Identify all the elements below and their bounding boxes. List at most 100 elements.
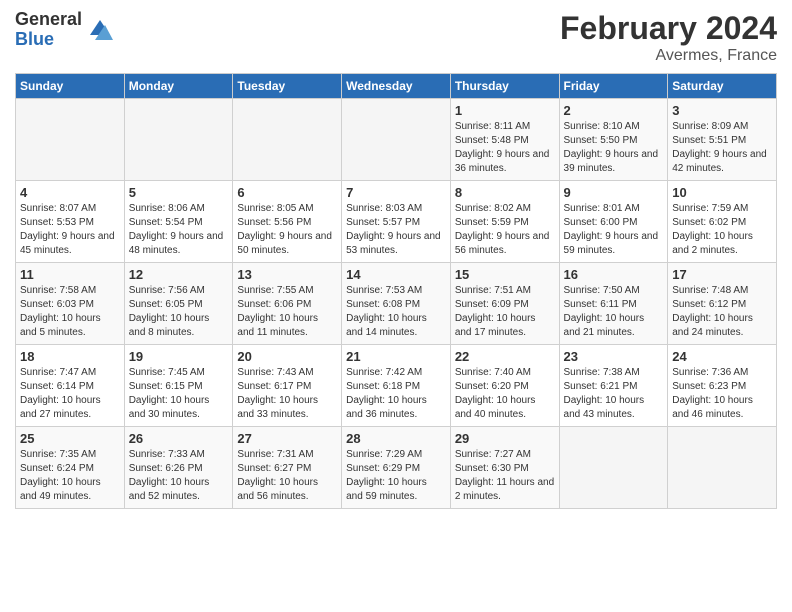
day-info: Sunrise: 8:09 AMSunset: 5:51 PMDaylight:… [672,120,772,176]
day-number: 16 [564,267,664,282]
header-cell-tuesday: Tuesday [233,74,342,99]
day-info: Sunrise: 7:56 AMSunset: 6:05 PMDaylight:… [129,284,229,340]
calendar-table: SundayMondayTuesdayWednesdayThursdayFrid… [15,73,777,509]
calendar-cell: 19 Sunrise: 7:45 AMSunset: 6:15 PMDayligh… [124,345,233,427]
day-number: 18 [20,349,120,364]
calendar-cell: 23 Sunrise: 7:38 AMSunset: 6:21 PMDayligh… [559,345,668,427]
day-number: 5 [129,185,229,200]
day-number: 20 [237,349,337,364]
week-row-4: 25 Sunrise: 7:35 AMSunset: 6:24 PMDayligh… [16,427,777,509]
calendar-cell: 15 Sunrise: 7:51 AMSunset: 6:09 PMDayligh… [450,263,559,345]
day-number: 14 [346,267,446,282]
calendar-cell: 8 Sunrise: 8:02 AMSunset: 5:59 PMDaylight… [450,181,559,263]
day-number: 3 [672,103,772,118]
calendar-cell: 20 Sunrise: 7:43 AMSunset: 6:17 PMDayligh… [233,345,342,427]
day-info: Sunrise: 7:27 AMSunset: 6:30 PMDaylight:… [455,448,555,504]
day-info: Sunrise: 8:06 AMSunset: 5:54 PMDaylight:… [129,202,229,258]
day-info: Sunrise: 8:07 AMSunset: 5:53 PMDaylight:… [20,202,120,258]
header-row: SundayMondayTuesdayWednesdayThursdayFrid… [16,74,777,99]
day-number: 21 [346,349,446,364]
logo: General Blue [15,10,115,50]
day-info: Sunrise: 8:03 AMSunset: 5:57 PMDaylight:… [346,202,446,258]
day-number: 25 [20,431,120,446]
calendar-cell: 27 Sunrise: 7:31 AMSunset: 6:27 PMDayligh… [233,427,342,509]
day-number: 10 [672,185,772,200]
calendar-cell: 5 Sunrise: 8:06 AMSunset: 5:54 PMDaylight… [124,181,233,263]
day-info: Sunrise: 7:50 AMSunset: 6:11 PMDaylight:… [564,284,664,340]
calendar-cell [559,427,668,509]
day-number: 27 [237,431,337,446]
day-number: 19 [129,349,229,364]
logo-icon [85,15,115,45]
calendar-cell: 3 Sunrise: 8:09 AMSunset: 5:51 PMDaylight… [668,99,777,181]
calendar-cell: 22 Sunrise: 7:40 AMSunset: 6:20 PMDayligh… [450,345,559,427]
calendar-cell: 13Sunrise: 7:55 AMSunset: 6:06 PMDayligh… [233,263,342,345]
day-number: 9 [564,185,664,200]
day-number: 28 [346,431,446,446]
day-info: Sunrise: 7:45 AMSunset: 6:15 PMDaylight:… [129,366,229,422]
day-info: Sunrise: 7:48 AMSunset: 6:12 PMDaylight:… [672,284,772,340]
calendar-cell: 26 Sunrise: 7:33 AMSunset: 6:26 PMDayligh… [124,427,233,509]
day-info: Sunrise: 8:10 AMSunset: 5:50 PMDaylight:… [564,120,664,176]
day-number: 6 [237,185,337,200]
day-info: Sunrise: 7:51 AMSunset: 6:09 PMDaylight:… [455,284,555,340]
main-title: February 2024 [560,10,777,47]
header-cell-thursday: Thursday [450,74,559,99]
day-info: Sunrise: 7:59 AMSunset: 6:02 PMDaylight:… [672,202,772,258]
day-number: 11 [20,267,120,282]
day-info: Sunrise: 7:55 AMSunset: 6:06 PMDaylight:… [237,284,337,340]
calendar-cell: 24 Sunrise: 7:36 AMSunset: 6:23 PMDayligh… [668,345,777,427]
day-number: 24 [672,349,772,364]
day-number: 26 [129,431,229,446]
day-info: Sunrise: 7:36 AMSunset: 6:23 PMDaylight:… [672,366,772,422]
logo-general: General [15,10,82,30]
day-info: Sunrise: 7:31 AMSunset: 6:27 PMDaylight:… [237,448,337,504]
day-info: Sunrise: 7:33 AMSunset: 6:26 PMDaylight:… [129,448,229,504]
calendar-cell: 4Sunrise: 8:07 AMSunset: 5:53 PMDaylight… [16,181,125,263]
calendar-cell [16,99,125,181]
header-cell-monday: Monday [124,74,233,99]
calendar-cell: 2 Sunrise: 8:10 AMSunset: 5:50 PMDaylight… [559,99,668,181]
calendar-cell: 16 Sunrise: 7:50 AMSunset: 6:11 PMDayligh… [559,263,668,345]
calendar-cell: 11 Sunrise: 7:58 AMSunset: 6:03 PMDayligh… [16,263,125,345]
calendar-cell: 9Sunrise: 8:01 AMSunset: 6:00 PMDaylight… [559,181,668,263]
title-block: February 2024 Avermes, France [560,10,777,65]
day-info: Sunrise: 7:42 AMSunset: 6:18 PMDaylight:… [346,366,446,422]
calendar-cell: 12 Sunrise: 7:56 AMSunset: 6:05 PMDayligh… [124,263,233,345]
day-info: Sunrise: 7:35 AMSunset: 6:24 PMDaylight:… [20,448,120,504]
day-info: Sunrise: 7:29 AMSunset: 6:29 PMDaylight:… [346,448,446,504]
calendar-cell: 21 Sunrise: 7:42 AMSunset: 6:18 PMDayligh… [342,345,451,427]
day-info: Sunrise: 7:58 AMSunset: 6:03 PMDaylight:… [20,284,120,340]
calendar-cell: 1Sunrise: 8:11 AMSunset: 5:48 PMDaylight… [450,99,559,181]
logo-blue: Blue [15,30,82,50]
calendar-cell: 14 Sunrise: 7:53 AMSunset: 6:08 PMDayligh… [342,263,451,345]
day-number: 15 [455,267,555,282]
calendar-cell: 10 Sunrise: 7:59 AMSunset: 6:02 PMDayligh… [668,181,777,263]
day-number: 12 [129,267,229,282]
page-container: General Blue February 2024 Avermes, Fran… [0,0,792,519]
calendar-cell [668,427,777,509]
header-cell-friday: Friday [559,74,668,99]
day-info: Sunrise: 7:40 AMSunset: 6:20 PMDaylight:… [455,366,555,422]
day-info: Sunrise: 7:47 AMSunset: 6:14 PMDaylight:… [20,366,120,422]
week-row-1: 4Sunrise: 8:07 AMSunset: 5:53 PMDaylight… [16,181,777,263]
day-info: Sunrise: 8:02 AMSunset: 5:59 PMDaylight:… [455,202,555,258]
day-number: 2 [564,103,664,118]
day-info: Sunrise: 7:43 AMSunset: 6:17 PMDaylight:… [237,366,337,422]
day-info: Sunrise: 7:53 AMSunset: 6:08 PMDaylight:… [346,284,446,340]
calendar-cell: 18 Sunrise: 7:47 AMSunset: 6:14 PMDayligh… [16,345,125,427]
day-number: 22 [455,349,555,364]
calendar-cell [124,99,233,181]
calendar-cell: 17Sunrise: 7:48 AMSunset: 6:12 PMDayligh… [668,263,777,345]
calendar-cell: 28 Sunrise: 7:29 AMSunset: 6:29 PMDayligh… [342,427,451,509]
page-header: General Blue February 2024 Avermes, Fran… [15,10,777,65]
day-info: Sunrise: 7:38 AMSunset: 6:21 PMDaylight:… [564,366,664,422]
day-number: 8 [455,185,555,200]
day-number: 23 [564,349,664,364]
header-cell-sunday: Sunday [16,74,125,99]
calendar-cell [342,99,451,181]
week-row-0: 1Sunrise: 8:11 AMSunset: 5:48 PMDaylight… [16,99,777,181]
header-cell-wednesday: Wednesday [342,74,451,99]
week-row-2: 11 Sunrise: 7:58 AMSunset: 6:03 PMDayligh… [16,263,777,345]
calendar-cell: 25 Sunrise: 7:35 AMSunset: 6:24 PMDayligh… [16,427,125,509]
